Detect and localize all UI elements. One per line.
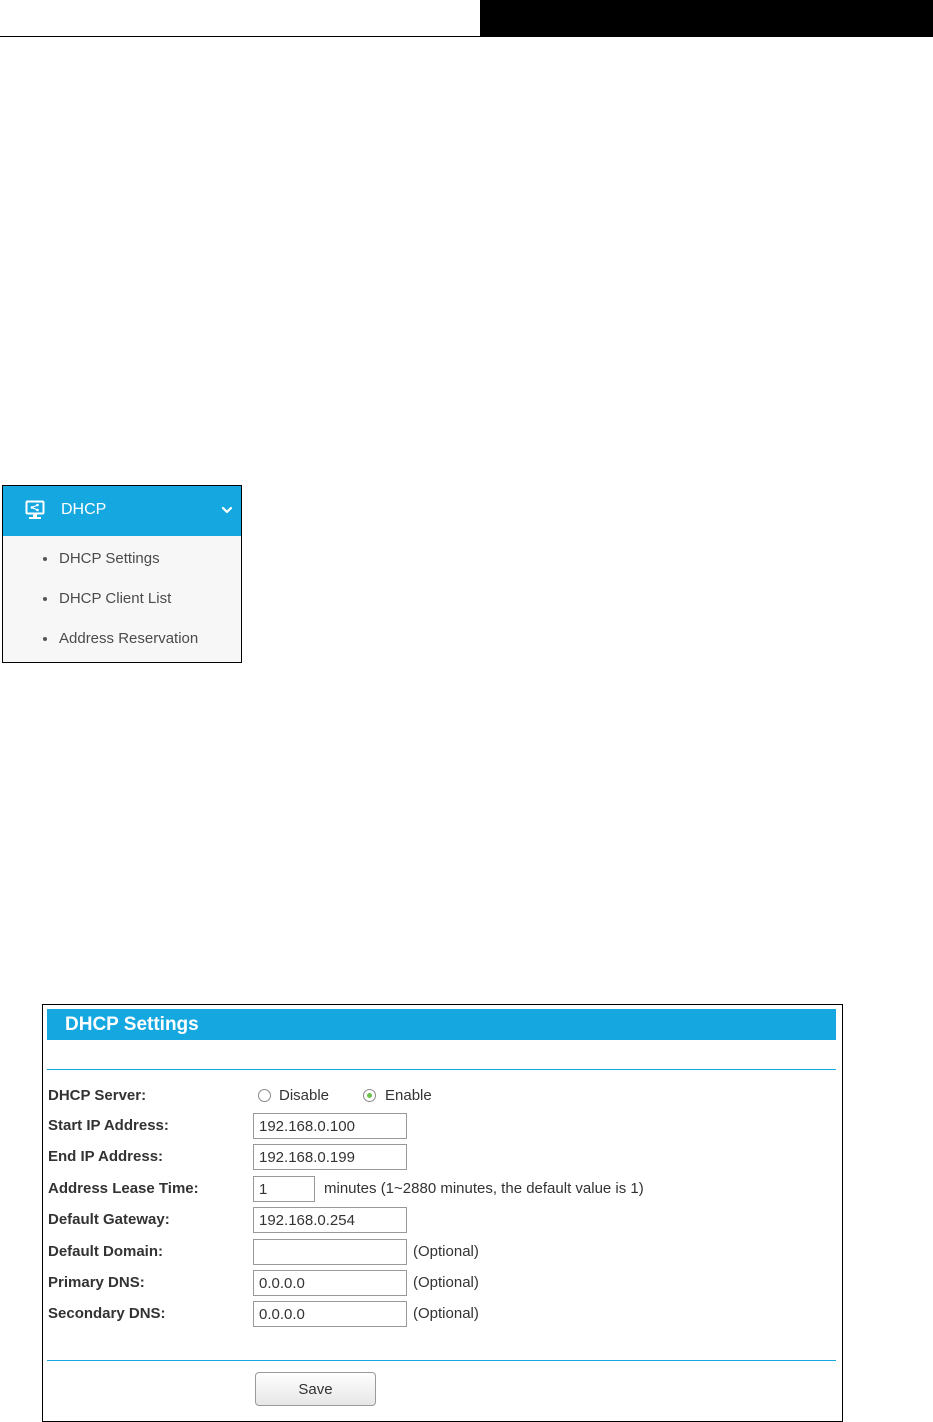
- primary-dns-label: Primary DNS:: [48, 1274, 145, 1291]
- secondary-dns-row: Secondary DNS: (Optional): [48, 1301, 828, 1327]
- gateway-label: Default Gateway:: [48, 1211, 170, 1228]
- menu-header-dhcp[interactable]: DHCP: [3, 486, 241, 536]
- menu-item-address-reservation[interactable]: Address Reservation: [3, 616, 241, 656]
- lease-time-hint: minutes (1~2880 minutes, the default val…: [324, 1180, 644, 1197]
- dhcp-settings-panel: DHCP Settings DHCP Server: Disable Enabl…: [42, 1004, 843, 1422]
- gateway-row: Default Gateway:: [48, 1207, 828, 1233]
- network-monitor-icon: [25, 500, 45, 519]
- save-button[interactable]: Save: [255, 1372, 376, 1406]
- panel-header: DHCP Settings: [47, 1009, 836, 1040]
- primary-dns-row: Primary DNS: (Optional): [48, 1270, 828, 1296]
- gateway-input[interactable]: [253, 1207, 407, 1233]
- disable-radio[interactable]: [258, 1089, 271, 1102]
- lease-time-label: Address Lease Time:: [48, 1180, 199, 1197]
- divider: [47, 1069, 836, 1070]
- domain-row: Default Domain: (Optional): [48, 1239, 828, 1265]
- menu-item-dhcp-client-list[interactable]: DHCP Client List: [3, 576, 241, 616]
- lease-time-row: Address Lease Time: minutes (1~2880 minu…: [48, 1176, 828, 1202]
- primary-dns-optional-hint: (Optional): [413, 1274, 479, 1291]
- dhcp-server-label: DHCP Server:: [48, 1087, 147, 1104]
- menu-item-label: DHCP Settings: [59, 550, 160, 567]
- disable-radio-label[interactable]: Disable: [279, 1087, 329, 1104]
- header-bar: [480, 0, 933, 37]
- domain-optional-hint: (Optional): [413, 1243, 479, 1260]
- panel-title: DHCP Settings: [65, 1014, 199, 1035]
- menu-item-label: DHCP Client List: [59, 590, 172, 607]
- menu-list: DHCP Settings DHCP Client List Address R…: [3, 536, 241, 656]
- menu-title: DHCP: [61, 501, 107, 518]
- bullet-icon: [43, 557, 47, 561]
- start-ip-label: Start IP Address:: [48, 1117, 169, 1134]
- start-ip-input[interactable]: [253, 1113, 407, 1139]
- bullet-icon: [43, 597, 47, 601]
- menu-item-dhcp-settings[interactable]: DHCP Settings: [3, 536, 241, 576]
- end-ip-input[interactable]: [253, 1144, 407, 1170]
- dhcp-server-row: DHCP Server: Disable Enable: [48, 1083, 828, 1109]
- start-ip-row: Start IP Address:: [48, 1113, 828, 1139]
- chevron-down-icon[interactable]: [221, 505, 233, 515]
- dhcp-menu: DHCP DHCP Settings DHCP Client List Addr…: [2, 485, 242, 663]
- end-ip-row: End IP Address:: [48, 1144, 828, 1170]
- domain-input[interactable]: [253, 1239, 407, 1265]
- lease-time-input[interactable]: [253, 1176, 315, 1202]
- domain-label: Default Domain:: [48, 1243, 164, 1260]
- menu-item-label: Address Reservation: [59, 630, 199, 647]
- end-ip-label: End IP Address:: [48, 1148, 164, 1165]
- header-rule: [0, 36, 480, 37]
- primary-dns-input[interactable]: [253, 1270, 407, 1296]
- secondary-dns-label: Secondary DNS:: [48, 1305, 166, 1322]
- divider: [47, 1360, 836, 1361]
- enable-radio[interactable]: [363, 1089, 376, 1102]
- bullet-icon: [43, 637, 47, 641]
- secondary-dns-input[interactable]: [253, 1301, 407, 1327]
- secondary-dns-optional-hint: (Optional): [413, 1305, 479, 1322]
- enable-radio-label[interactable]: Enable: [385, 1087, 432, 1104]
